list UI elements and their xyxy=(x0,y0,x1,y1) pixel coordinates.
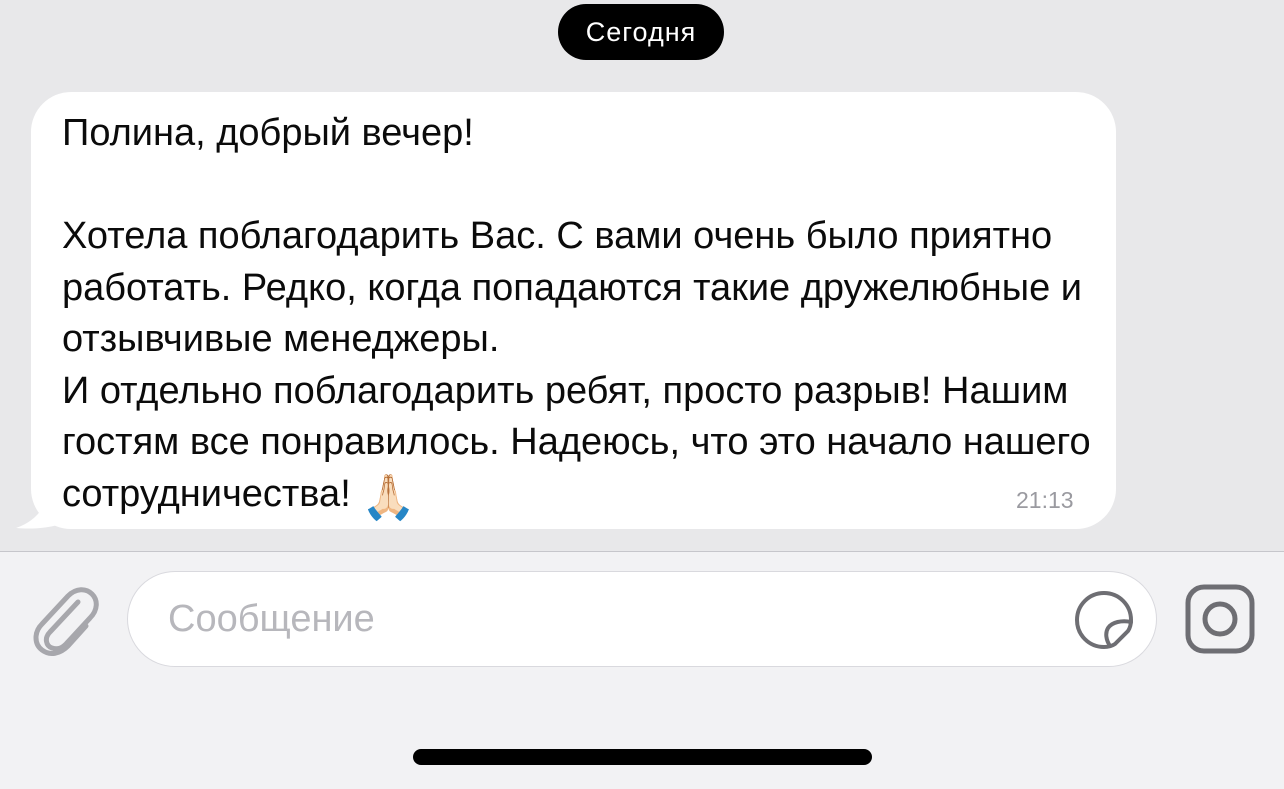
message-timestamp: 21:13 xyxy=(1016,487,1074,513)
camera-button[interactable] xyxy=(1184,583,1256,655)
attach-button[interactable] xyxy=(28,580,102,656)
camera-icon xyxy=(1185,584,1255,654)
paperclip-icon xyxy=(33,587,99,656)
message-body: Полина, добрый вечер! Хотела поблагодари… xyxy=(62,112,1091,515)
sticker-icon xyxy=(1075,591,1133,649)
praying-hands-emoji: 🙏🏻 xyxy=(361,472,417,522)
home-indicator[interactable] xyxy=(413,749,872,765)
message-text: Полина, добрый вечер! Хотела поблагодари… xyxy=(62,108,1102,520)
message-input[interactable] xyxy=(166,572,1050,667)
message-input-field[interactable] xyxy=(127,571,1157,667)
sticker-button[interactable] xyxy=(1072,588,1136,652)
chat-area: Сегодня Полина, добрый вечер! Хотела поб… xyxy=(0,0,1284,552)
date-divider: Сегодня xyxy=(558,4,724,60)
